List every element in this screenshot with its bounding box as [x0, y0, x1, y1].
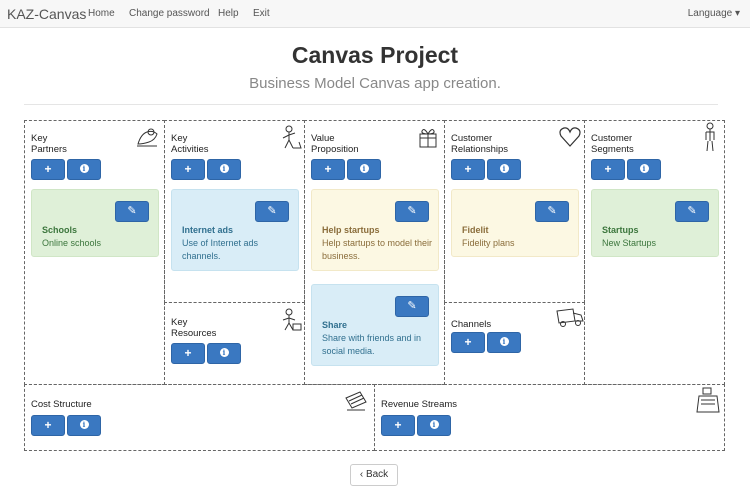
note-title: Internet ads [182, 225, 234, 235]
block-key-partners: Key Partners + i ✎ Schools Online schools [24, 120, 165, 385]
block-key-resources: Key Resources + i [164, 302, 305, 385]
info-icon: i [499, 336, 509, 346]
note-text: Help startups to model their business. [322, 238, 433, 261]
language-dropdown[interactable]: Language ▾ [688, 8, 740, 19]
note-card[interactable]: ✎ Fidelit Fidelity plans [451, 189, 579, 257]
block-key-activities: Key Activities + i ✎ Internet ads Use of … [164, 120, 305, 303]
info-icon: i [499, 163, 509, 173]
block-label: Value Proposition [311, 133, 359, 155]
info-icon: i [79, 419, 89, 429]
edit-button[interactable]: ✎ [395, 201, 429, 222]
note-text: Use of Internet ads channels. [182, 238, 259, 261]
money-icon [345, 391, 367, 411]
truck-icon [556, 308, 584, 327]
info-icon: i [359, 163, 369, 173]
block-label: Key Activities [171, 133, 209, 155]
note-title: Share [322, 320, 348, 330]
add-button[interactable]: + [31, 415, 65, 436]
note-title: Startups [602, 225, 639, 235]
info-icon: i [219, 347, 229, 357]
block-value-proposition: Value Proposition + i ✎ Help startups Hel… [304, 120, 445, 385]
heart-icon [559, 127, 581, 147]
block-label: Revenue Streams [381, 399, 458, 410]
info-button[interactable]: i [347, 159, 381, 180]
info-button[interactable]: i [627, 159, 661, 180]
edit-button[interactable]: ✎ [115, 201, 149, 222]
back-button[interactable]: ‹ Back [350, 464, 398, 486]
worker-icon [282, 125, 302, 149]
info-button[interactable]: i [417, 415, 451, 436]
info-button[interactable]: i [207, 159, 241, 180]
note-text: Fidelity plans [462, 238, 515, 248]
note-title: Schools [42, 225, 78, 235]
handshake-icon [137, 128, 158, 147]
divider [24, 104, 718, 105]
brand-link[interactable]: KAZ-Canvas [7, 6, 86, 22]
note-text: Online schools [42, 238, 102, 248]
gift-icon [419, 129, 437, 148]
block-label: Cost Structure [31, 399, 92, 410]
info-button[interactable]: i [67, 415, 101, 436]
back-label: Back [365, 469, 389, 480]
block-label: Customer Segments [591, 133, 634, 155]
info-icon: i [639, 163, 649, 173]
block-label: Channels [451, 319, 492, 330]
note-card[interactable]: ✎ Schools Online schools [31, 189, 159, 257]
info-button[interactable]: i [487, 332, 521, 353]
add-button[interactable]: + [451, 332, 485, 353]
block-customer-segments: Customer Segments + i ✎ Startups New Star… [584, 120, 725, 385]
worker-icon [282, 308, 302, 331]
cash-register-icon [696, 387, 720, 413]
page-subtitle: Business Model Canvas app creation. [249, 75, 501, 92]
block-customer-relationships: Customer Relationships + i ✎ Fidelit Fide… [444, 120, 585, 303]
add-button[interactable]: + [591, 159, 625, 180]
add-button[interactable]: + [171, 343, 205, 364]
nav-exit[interactable]: Exit [253, 8, 270, 19]
note-card[interactable]: ✎ Share Share with friends and in social… [311, 284, 439, 366]
info-button[interactable]: i [487, 159, 521, 180]
info-icon: i [429, 419, 439, 429]
info-button[interactable]: i [67, 159, 101, 180]
edit-button[interactable]: ✎ [535, 201, 569, 222]
edit-button[interactable]: ✎ [395, 296, 429, 317]
note-card[interactable]: ✎ Startups New Startups [591, 189, 719, 257]
note-title: Help startups [322, 225, 380, 235]
edit-button[interactable]: ✎ [255, 201, 289, 222]
block-label: Key Partners [31, 133, 67, 155]
person-icon [705, 122, 715, 152]
block-cost-structure: Cost Structure + i [24, 384, 375, 451]
info-button[interactable]: i [207, 343, 241, 364]
block-label: Customer Relationships [451, 133, 509, 155]
note-text: New Startups [602, 238, 657, 248]
page-title: Canvas Project [291, 42, 459, 68]
add-button[interactable]: + [171, 159, 205, 180]
block-revenue-streams: Revenue Streams + i [374, 384, 725, 451]
note-title: Fidelit [462, 225, 489, 235]
add-button[interactable]: + [311, 159, 345, 180]
navbar: KAZ-Canvas Home Change password Help Exi… [0, 0, 750, 28]
info-icon: i [79, 163, 89, 173]
note-card[interactable]: ✎ Internet ads Use of Internet ads chann… [171, 189, 299, 271]
block-channels: Channels + i [444, 302, 585, 385]
edit-button[interactable]: ✎ [675, 201, 709, 222]
nav-home[interactable]: Home [88, 8, 115, 19]
info-icon: i [219, 163, 229, 173]
nav-help[interactable]: Help [218, 8, 239, 19]
add-button[interactable]: + [31, 159, 65, 180]
add-button[interactable]: + [451, 159, 485, 180]
add-button[interactable]: + [381, 415, 415, 436]
nav-change-password[interactable]: Change password [129, 8, 210, 19]
note-card[interactable]: ✎ Help startups Help startups to model t… [311, 189, 439, 271]
block-label: Key Resources [171, 317, 217, 339]
note-text: Share with friends and in social media. [322, 333, 422, 356]
